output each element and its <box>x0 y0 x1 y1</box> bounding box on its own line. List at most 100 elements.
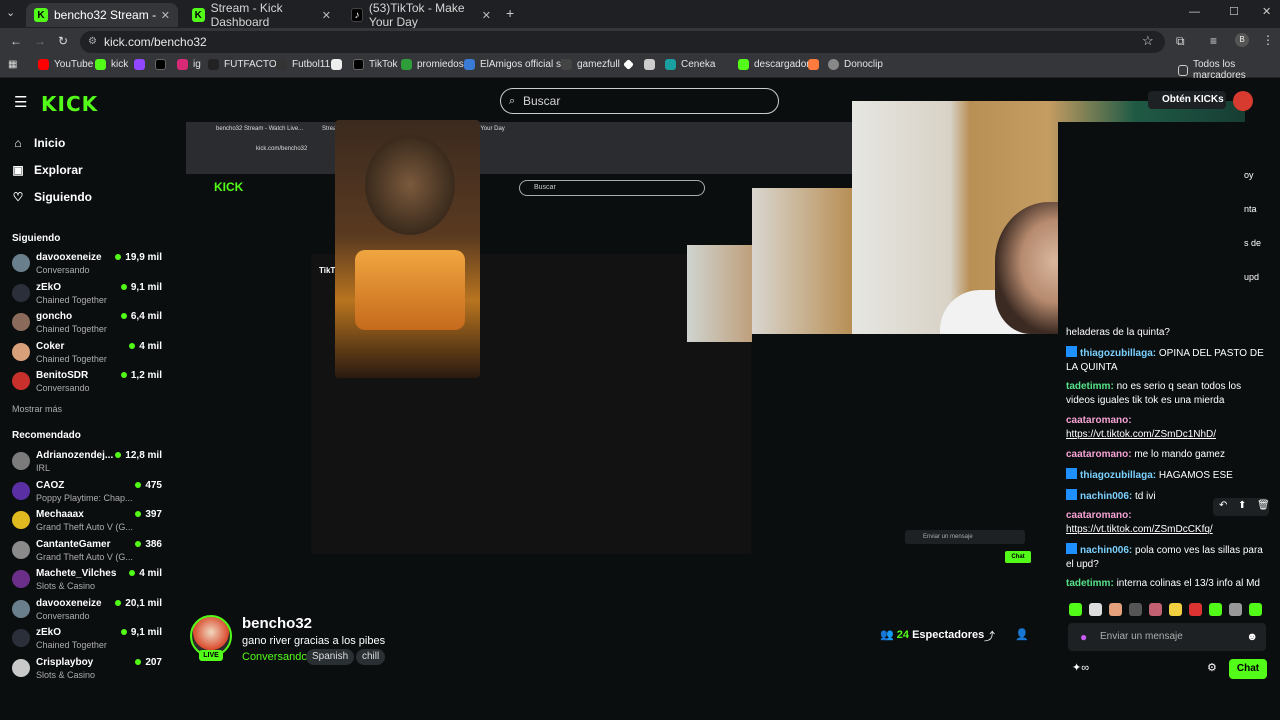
emote-icon[interactable] <box>1169 603 1182 616</box>
emote-icon[interactable] <box>1089 603 1102 616</box>
chat-message[interactable]: thiagozubillaga: HAGAMOS ESE <box>1066 468 1266 483</box>
chat-username[interactable]: caataromano: <box>1066 510 1132 521</box>
chat-link[interactable]: https://vt.tiktok.com/ZSmDcCKfq/ <box>1066 524 1213 535</box>
chat-message[interactable]: tadetimm: no es serio q sean todos los v… <box>1066 380 1266 408</box>
chat-message[interactable]: caataromano: me lo mando gamez <box>1066 448 1266 462</box>
close-window-icon[interactable]: ✕ <box>1262 5 1271 18</box>
forward-icon[interactable]: → <box>34 34 46 48</box>
kick-logo[interactable]: KICK <box>41 92 98 116</box>
emote-icon[interactable] <box>1229 603 1242 616</box>
settings-icon[interactable]: ⚙ <box>1207 661 1217 674</box>
emote-icon[interactable] <box>1209 603 1222 616</box>
hamburger-menu-icon[interactable]: ☰ <box>14 93 27 111</box>
sidebar-channel[interactable]: davooxeneize Conversando 19,9 mil <box>12 252 162 280</box>
new-tab-icon[interactable]: + <box>506 5 514 21</box>
pin-icon[interactable]: ⬆ <box>1238 500 1246 511</box>
reply-icon[interactable]: ↶ <box>1219 500 1227 511</box>
get-kicks-button[interactable]: Obtén KICKs <box>1148 91 1226 109</box>
reload-icon[interactable]: ↻ <box>58 34 68 48</box>
bookmark-donoclip[interactable] <box>808 59 824 70</box>
chat-username[interactable]: thiagozubillaga: <box>1080 348 1156 359</box>
sidebar-channel[interactable]: Adrianozendej... IRL 12,8 mil <box>12 450 162 478</box>
media-icon[interactable]: ≡ <box>1210 34 1217 48</box>
share-icon[interactable]: ⤴ <box>984 628 995 644</box>
emote-icon[interactable] <box>1129 603 1142 616</box>
sidebar-channel[interactable]: BenitoSDR Conversando 1,2 mil <box>12 370 162 398</box>
emoji-icon[interactable]: ☻ <box>1246 623 1258 651</box>
site-info-icon[interactable]: ⚙ <box>88 31 97 53</box>
bookmark-futbol11[interactable]: Futbol11 <box>276 59 330 70</box>
extensions-icon[interactable]: ⧉ <box>1176 34 1185 49</box>
chat-message[interactable]: nachin006: pola como ves las sillas para… <box>1066 543 1266 572</box>
close-tab-icon[interactable]: ✕ <box>322 9 331 22</box>
emote-icon[interactable] <box>1109 603 1122 616</box>
chat-username[interactable]: caataromano: <box>1066 449 1132 460</box>
sidebar-channel[interactable]: CantanteGamer Grand Theft Auto V (G... 386 <box>12 539 162 567</box>
bookmark-elamigos[interactable]: ElAmigos official site <box>464 59 572 70</box>
sidebar-channel[interactable]: CAOZ Poppy Playtime: Chap... 475 <box>12 480 162 508</box>
tag-chill[interactable]: chill <box>356 649 386 665</box>
sidebar-channel[interactable]: goncho Chained Together 6,4 mil <box>12 311 162 339</box>
close-tab-icon[interactable]: ✕ <box>482 9 491 22</box>
sidebar-channel[interactable]: zEkO Chained Together 9,1 mil <box>12 282 162 310</box>
sidebar-channel[interactable]: Machete_Vilches Slots & Casino 4 mil <box>12 568 162 596</box>
menu-icon[interactable]: ⋮ <box>1262 33 1274 47</box>
nav-following[interactable]: ♡ Siguiendo <box>12 190 92 204</box>
back-icon[interactable]: ← <box>10 34 22 48</box>
close-tab-icon[interactable]: ✕ <box>161 9 170 22</box>
chat-message[interactable]: caataromano: https://vt.tiktok.com/ZSmDc1… <box>1066 414 1266 442</box>
nav-home[interactable]: ⌂ Inicio <box>12 136 65 150</box>
chat-username[interactable]: thiagozubillaga: <box>1080 470 1156 481</box>
show-more-link[interactable]: Mostrar más <box>12 404 62 414</box>
bookmark-tiktok[interactable]: TikTok <box>353 59 398 70</box>
emote-icon[interactable] <box>1069 603 1082 616</box>
bookmark-descargador[interactable]: descargador <box>738 59 810 70</box>
tab-kick-watch[interactable]: K bencho32 Stream - Watch Live... ✕ <box>26 3 178 27</box>
chat-username[interactable]: nachin006: <box>1080 491 1132 502</box>
points-icon[interactable]: ✦∞ <box>1072 661 1089 674</box>
profile-avatar[interactable]: B <box>1235 33 1249 47</box>
chat-username[interactable]: tadetimm: <box>1066 578 1114 589</box>
bookmark-twitch[interactable] <box>134 59 150 70</box>
bookmark-mail[interactable] <box>331 59 347 70</box>
url-field[interactable]: ⚙ kick.com/bencho32 <box>80 31 1165 53</box>
tab-list-icon[interactable]: ⌄ <box>6 6 15 19</box>
bookmark-gamezfull[interactable]: gamezfull <box>561 59 620 70</box>
sidebar-channel[interactable]: Coker Chained Together 4 mil <box>12 341 162 369</box>
bookmark-globe[interactable]: Donoclip <box>828 59 883 70</box>
emote-icon[interactable] <box>1189 603 1202 616</box>
maximize-icon[interactable]: ☐ <box>1229 5 1239 18</box>
chat-message[interactable]: thiagozubillaga: OPINA DEL PASTO DE LA Q… <box>1066 346 1266 375</box>
bookmark-tool[interactable] <box>644 59 660 70</box>
chat-username[interactable]: tadetimm: <box>1066 381 1114 392</box>
bookmark-star-icon[interactable]: ☆ <box>1142 33 1154 49</box>
emote-icon[interactable] <box>1249 603 1262 616</box>
search-input[interactable]: ⌕ Buscar <box>500 88 779 114</box>
chat-input[interactable]: ● Enviar un mensaje ☻ <box>1068 623 1266 651</box>
chat-username[interactable]: caataromano: <box>1066 415 1132 426</box>
minimize-icon[interactable]: — <box>1189 6 1200 18</box>
sidebar-channel[interactable]: Mechaaax Grand Theft Auto V (G... 397 <box>12 509 162 537</box>
chat-link[interactable]: https://vt.tiktok.com/ZSmDc1NhD/ <box>1066 429 1216 440</box>
streamer-name[interactable]: bencho32 <box>242 615 312 632</box>
chat-message[interactable]: heladeras de la quinta? <box>1066 326 1266 340</box>
bookmark-futfactos[interactable]: FUTFACTOS <box>208 59 283 70</box>
nav-explore[interactable]: ▣ Explorar <box>12 163 82 177</box>
tab-kick-dashboard[interactable]: K Stream - Kick Dashboard ✕ <box>184 1 339 29</box>
bookmark-ig[interactable]: ig <box>177 59 201 70</box>
bookmark-x[interactable] <box>155 59 171 70</box>
tab-tiktok[interactable]: ♪ (53)TikTok - Make Your Day ✕ <box>343 1 499 29</box>
tag-spanish[interactable]: Spanish <box>306 649 355 665</box>
emote-icon[interactable] <box>1149 603 1162 616</box>
bookmark-kick[interactable]: kick <box>95 59 128 70</box>
sidebar-channel[interactable]: Crisplayboy Slots & Casino 207 <box>12 657 162 685</box>
chat-username[interactable]: nachin006: <box>1080 545 1132 556</box>
bookmark-diamond[interactable] <box>623 59 639 70</box>
delete-icon[interactable]: 🗑 <box>1257 500 1270 511</box>
sidebar-channel[interactable]: zEkO Chained Together 9,1 mil <box>12 627 162 655</box>
bookmark-ceneka[interactable]: Ceneka <box>665 59 715 70</box>
stream-category[interactable]: Conversando <box>242 651 307 663</box>
chat-message[interactable]: tadetimm: interna colinas el 13/3 info a… <box>1066 577 1266 591</box>
user-avatar[interactable] <box>1233 91 1253 111</box>
bookmark-promiedos[interactable]: promiedos <box>401 59 464 70</box>
